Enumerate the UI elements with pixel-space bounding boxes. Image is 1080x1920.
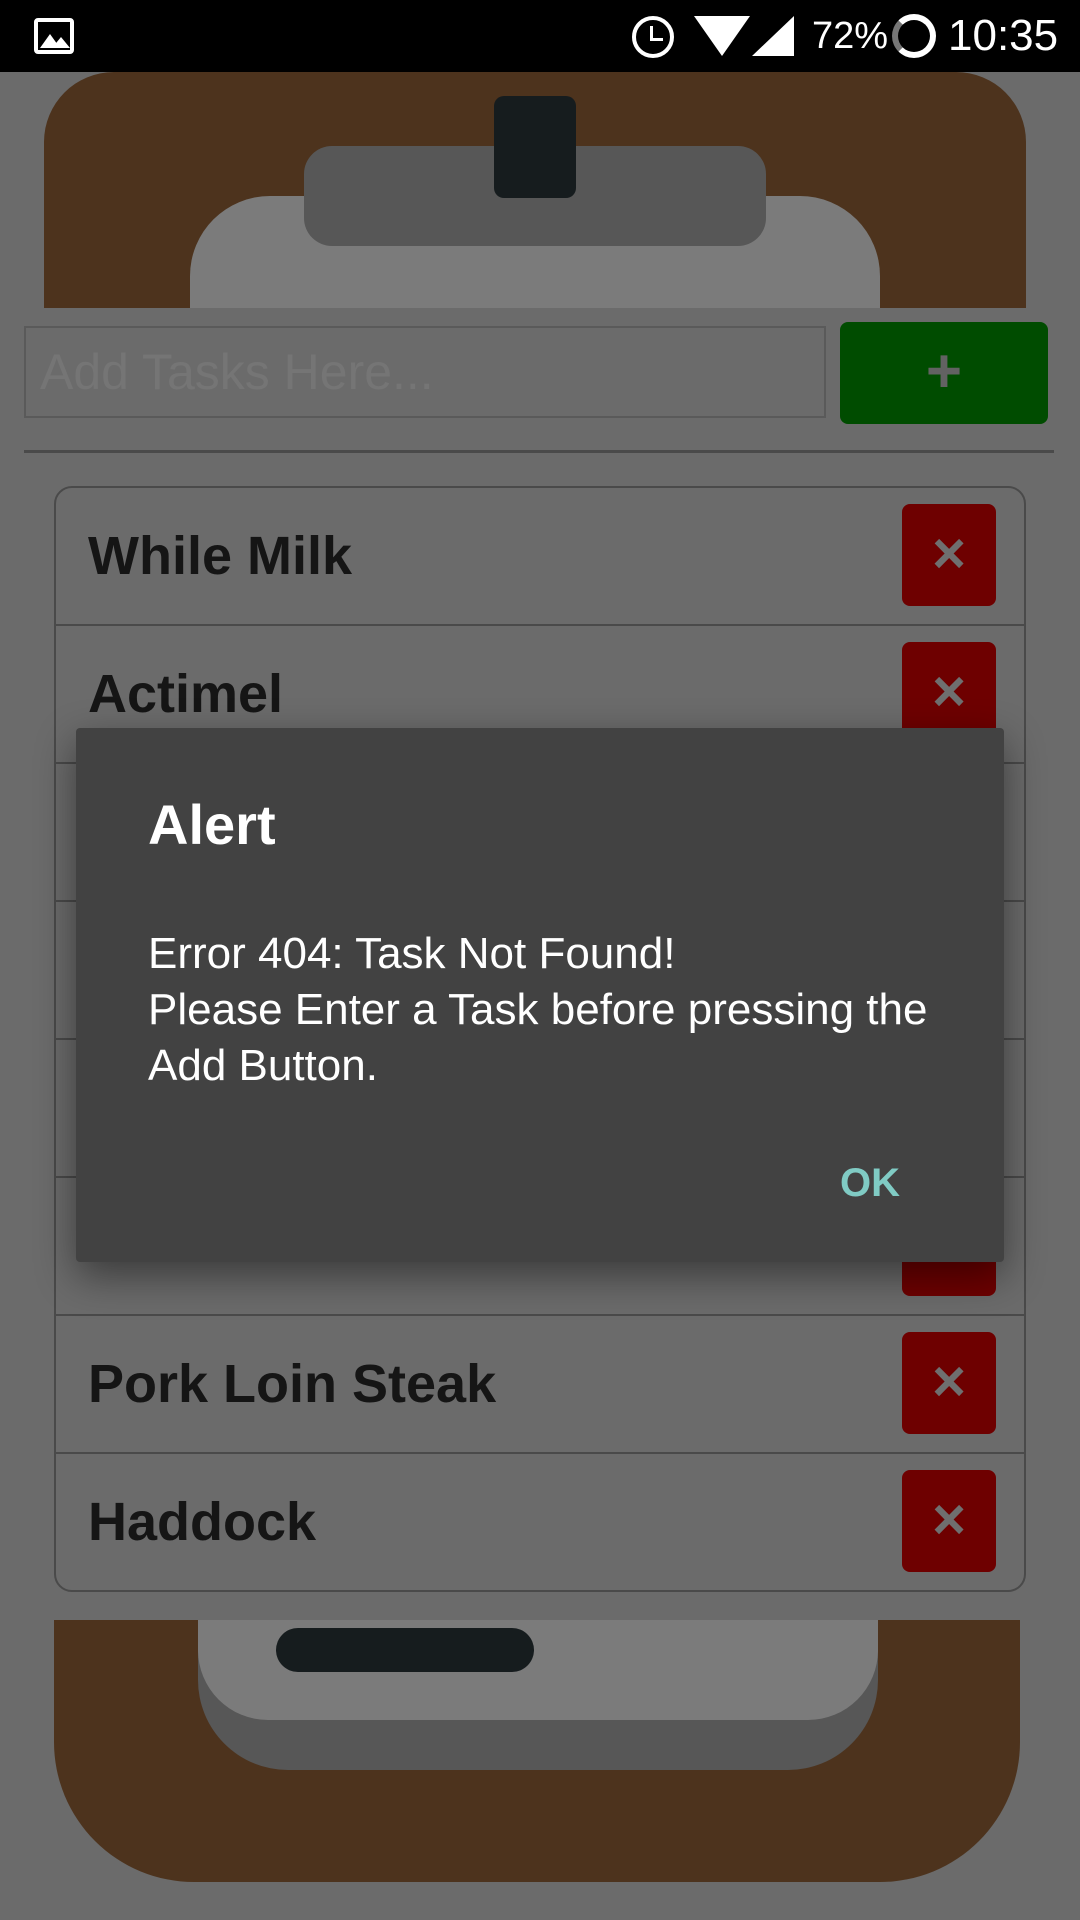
image-icon <box>34 18 74 54</box>
delete-task-button[interactable]: × <box>902 1470 996 1572</box>
list-item: Haddock × <box>56 1454 1024 1590</box>
delete-task-button[interactable]: × <box>902 504 996 606</box>
clipboard-clip-knob <box>494 96 576 198</box>
status-bar: 72% 10:35 <box>0 0 1080 72</box>
task-input[interactable] <box>24 326 826 418</box>
clock-time: 10:35 <box>948 11 1059 60</box>
battery-percent: 72% <box>812 15 889 57</box>
delete-task-button[interactable]: × <box>902 1332 996 1434</box>
ok-button[interactable]: OK <box>840 1158 900 1208</box>
alert-dialog: Alert Error 404: Task Not Found! Please … <box>76 728 1004 1262</box>
signal-icon <box>752 16 794 56</box>
list-item: Pork Loin Steak × <box>56 1316 1024 1454</box>
add-task-button[interactable]: + <box>840 322 1048 424</box>
sync-ring-icon <box>892 14 936 58</box>
divider <box>24 450 1054 453</box>
alarm-icon <box>632 16 674 58</box>
task-label: Haddock <box>88 1492 317 1552</box>
dialog-message: Error 404: Task Not Found! Please Enter … <box>148 929 928 1090</box>
dialog-title: Alert <box>148 793 276 856</box>
task-label: Pork Loin Steak <box>88 1354 497 1414</box>
clipboard-clip-bar <box>276 1628 534 1672</box>
wifi-icon <box>694 16 750 56</box>
list-item: While Milk × <box>56 488 1024 626</box>
task-label: Actimel <box>88 664 284 724</box>
task-label: While Milk <box>88 526 353 586</box>
